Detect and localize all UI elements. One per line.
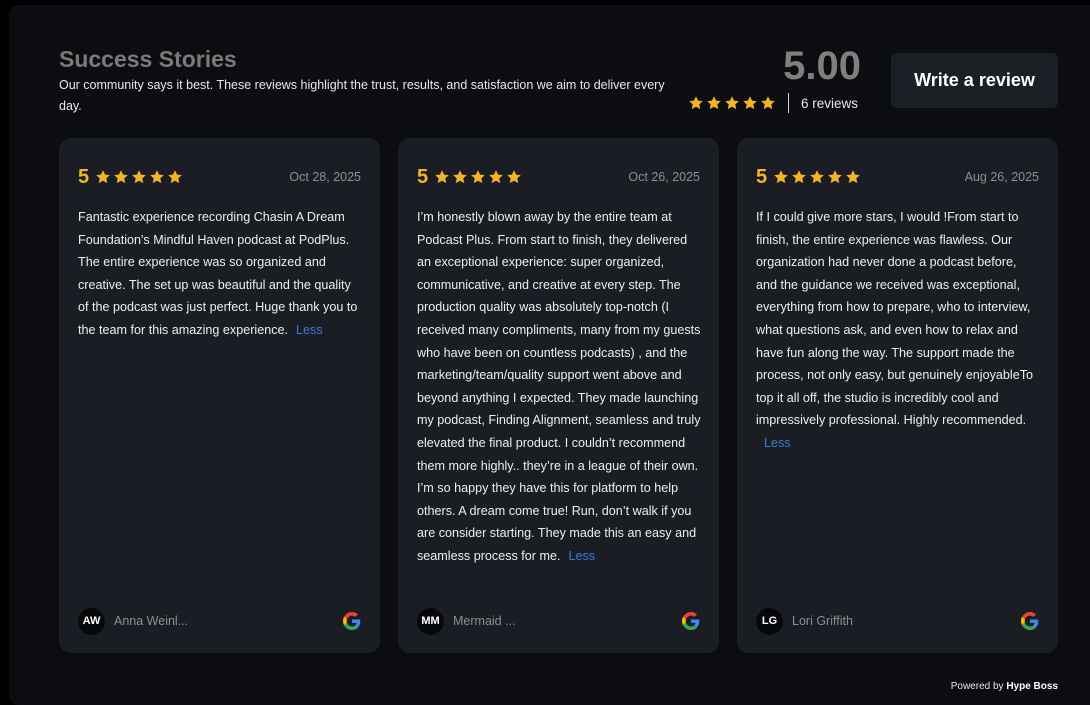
rating-value: 5 xyxy=(417,165,428,189)
avatar: MM xyxy=(417,608,444,635)
card-stars xyxy=(95,169,183,185)
star-icon xyxy=(95,169,111,185)
review-card: 5 Oct 28, 2025 Fantastic experience reco… xyxy=(59,138,380,653)
star-icon xyxy=(167,169,183,185)
rating-value: 5 xyxy=(756,165,767,189)
star-icon xyxy=(791,169,807,185)
brand-name[interactable]: Hype Boss xyxy=(1006,681,1058,692)
star-icon xyxy=(688,95,704,111)
avatar: LG xyxy=(756,608,783,635)
review-date: Aug 26, 2025 xyxy=(965,170,1039,184)
page-title: Success Stories xyxy=(59,45,237,73)
google-icon xyxy=(343,612,361,630)
less-link[interactable]: Less xyxy=(568,549,595,563)
star-icon xyxy=(131,169,147,185)
card-rating: 5 xyxy=(756,165,861,189)
review-card: 5 Aug 26, 2025 If I could give more star… xyxy=(737,138,1058,653)
review-text-block: If I could give more stars, I would !Fro… xyxy=(756,206,1040,455)
review-card: 5 Oct 26, 2025 I’m honestly blown away b… xyxy=(398,138,719,653)
star-icon xyxy=(724,95,740,111)
average-score: 5.00 xyxy=(700,40,861,92)
star-icon xyxy=(845,169,861,185)
review-text-block: I’m honestly blown away by the entire te… xyxy=(417,206,701,568)
review-author: AW Anna Weinl... xyxy=(78,607,361,635)
star-icon xyxy=(149,169,165,185)
author-name: Lori Griffith xyxy=(792,614,853,628)
page-subtitle: Our community says it best. These review… xyxy=(59,75,669,117)
card-stars xyxy=(773,169,861,185)
card-stars xyxy=(434,169,522,185)
powered-by-label: Powered by xyxy=(951,681,1004,692)
review-author: MM Mermaid ... xyxy=(417,607,700,635)
star-icon xyxy=(827,169,843,185)
avatar: AW xyxy=(78,608,105,635)
star-icon xyxy=(773,169,789,185)
powered-by: Powered by Hype Boss xyxy=(951,681,1058,692)
review-date: Oct 26, 2025 xyxy=(628,170,700,184)
author-name: Mermaid ... xyxy=(453,614,516,628)
star-icon xyxy=(809,169,825,185)
star-icon xyxy=(488,169,504,185)
star-icon xyxy=(706,95,722,111)
card-rating: 5 xyxy=(417,165,522,189)
write-review-button[interactable]: Write a review xyxy=(891,53,1058,108)
review-author: LG Lori Griffith xyxy=(756,607,1039,635)
star-icon xyxy=(742,95,758,111)
review-text: If I could give more stars, I would !Fro… xyxy=(756,210,1033,427)
star-icon xyxy=(470,169,486,185)
star-icon xyxy=(506,169,522,185)
star-icon xyxy=(113,169,129,185)
review-date: Oct 28, 2025 xyxy=(289,170,361,184)
review-count: 6 reviews xyxy=(801,96,858,111)
review-text: I’m honestly blown away by the entire te… xyxy=(417,210,701,563)
summary-stars xyxy=(688,95,776,111)
card-rating: 5 xyxy=(78,165,183,189)
less-link[interactable]: Less xyxy=(764,436,791,450)
summary-rating: 6 reviews xyxy=(688,92,858,114)
star-icon xyxy=(434,169,450,185)
author-name: Anna Weinl... xyxy=(114,614,188,628)
google-icon xyxy=(1021,612,1039,630)
review-text-block: Fantastic experience recording Chasin A … xyxy=(78,206,362,342)
rating-value: 5 xyxy=(78,165,89,189)
review-text: Fantastic experience recording Chasin A … xyxy=(78,210,357,337)
less-link[interactable]: Less xyxy=(296,323,323,337)
star-icon xyxy=(452,169,468,185)
star-icon xyxy=(760,95,776,111)
summary-divider xyxy=(788,93,789,113)
google-icon xyxy=(682,612,700,630)
